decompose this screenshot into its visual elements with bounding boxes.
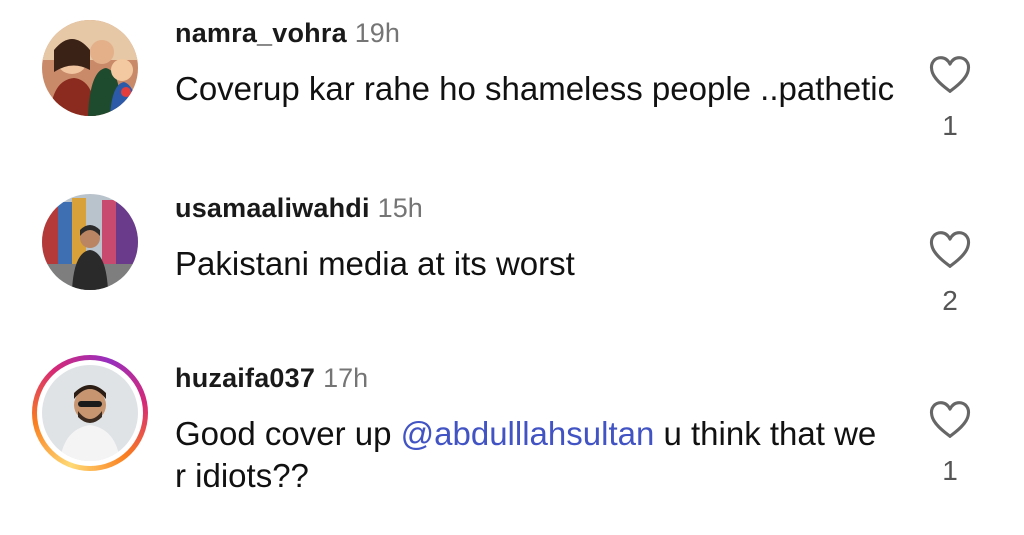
username[interactable]: namra_vohra: [175, 18, 347, 48]
username[interactable]: huzaifa037: [175, 363, 315, 393]
comment-text: Coverup kar rahe ho shameless people ..p…: [175, 70, 895, 107]
like-count: 1: [942, 110, 958, 141]
comment-text-before: Good cover up: [175, 415, 401, 452]
like-count: 1: [942, 455, 958, 486]
comment-meta: namra_vohra 19h: [175, 18, 400, 48]
comment-text: Good cover up @abdulllahsultan u think t…: [175, 413, 895, 497]
heart-outline-icon[interactable]: [928, 400, 972, 440]
timestamp: 17h: [323, 363, 369, 393]
avatar-image: [42, 20, 138, 116]
timestamp: 19h: [354, 18, 400, 48]
avatar[interactable]: [42, 20, 138, 116]
comment-text: Pakistani media at its worst: [175, 245, 575, 282]
avatar: [42, 365, 138, 461]
like-column: 1: [922, 400, 978, 486]
timestamp: 15h: [377, 193, 423, 223]
heart-outline-icon[interactable]: [928, 55, 972, 95]
story-ring[interactable]: [32, 355, 148, 471]
like-column: 2: [922, 230, 978, 316]
avatar[interactable]: [42, 194, 138, 290]
like-column: 1: [922, 55, 978, 141]
avatar-image: [42, 194, 138, 290]
comment-meta: huzaifa037 17h: [175, 363, 368, 393]
mention-link[interactable]: @abdulllahsultan: [401, 415, 655, 452]
username[interactable]: usamaaliwahdi: [175, 193, 370, 223]
comment-meta: usamaaliwahdi 15h: [175, 193, 423, 223]
like-count: 2: [942, 285, 958, 316]
heart-outline-icon[interactable]: [928, 230, 972, 270]
